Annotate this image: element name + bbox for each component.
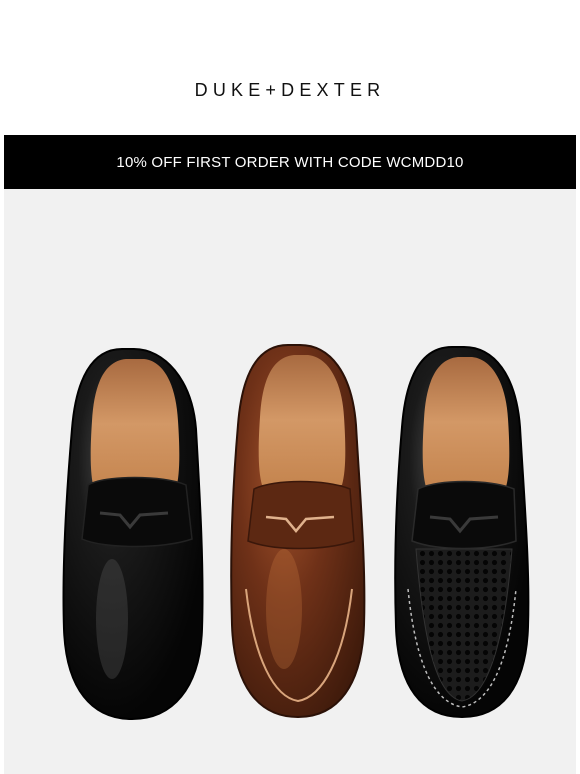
black-mesh-loafer [394, 346, 530, 719]
brown-loafer [230, 344, 366, 719]
hero-image[interactable] [4, 189, 576, 774]
loafers-illustration [62, 344, 530, 721]
promo-banner-text: 10% OFF FIRST ORDER WITH CODE WCMDD10 [116, 153, 464, 171]
email-header: DUKE+DEXTER [0, 0, 580, 135]
brand-logo[interactable]: DUKE+DEXTER [0, 80, 580, 101]
promo-banner[interactable]: 10% OFF FIRST ORDER WITH CODE WCMDD10 [4, 135, 576, 189]
black-loafer [62, 348, 204, 721]
brand-logo-text: DUKE+DEXTER [194, 80, 386, 100]
